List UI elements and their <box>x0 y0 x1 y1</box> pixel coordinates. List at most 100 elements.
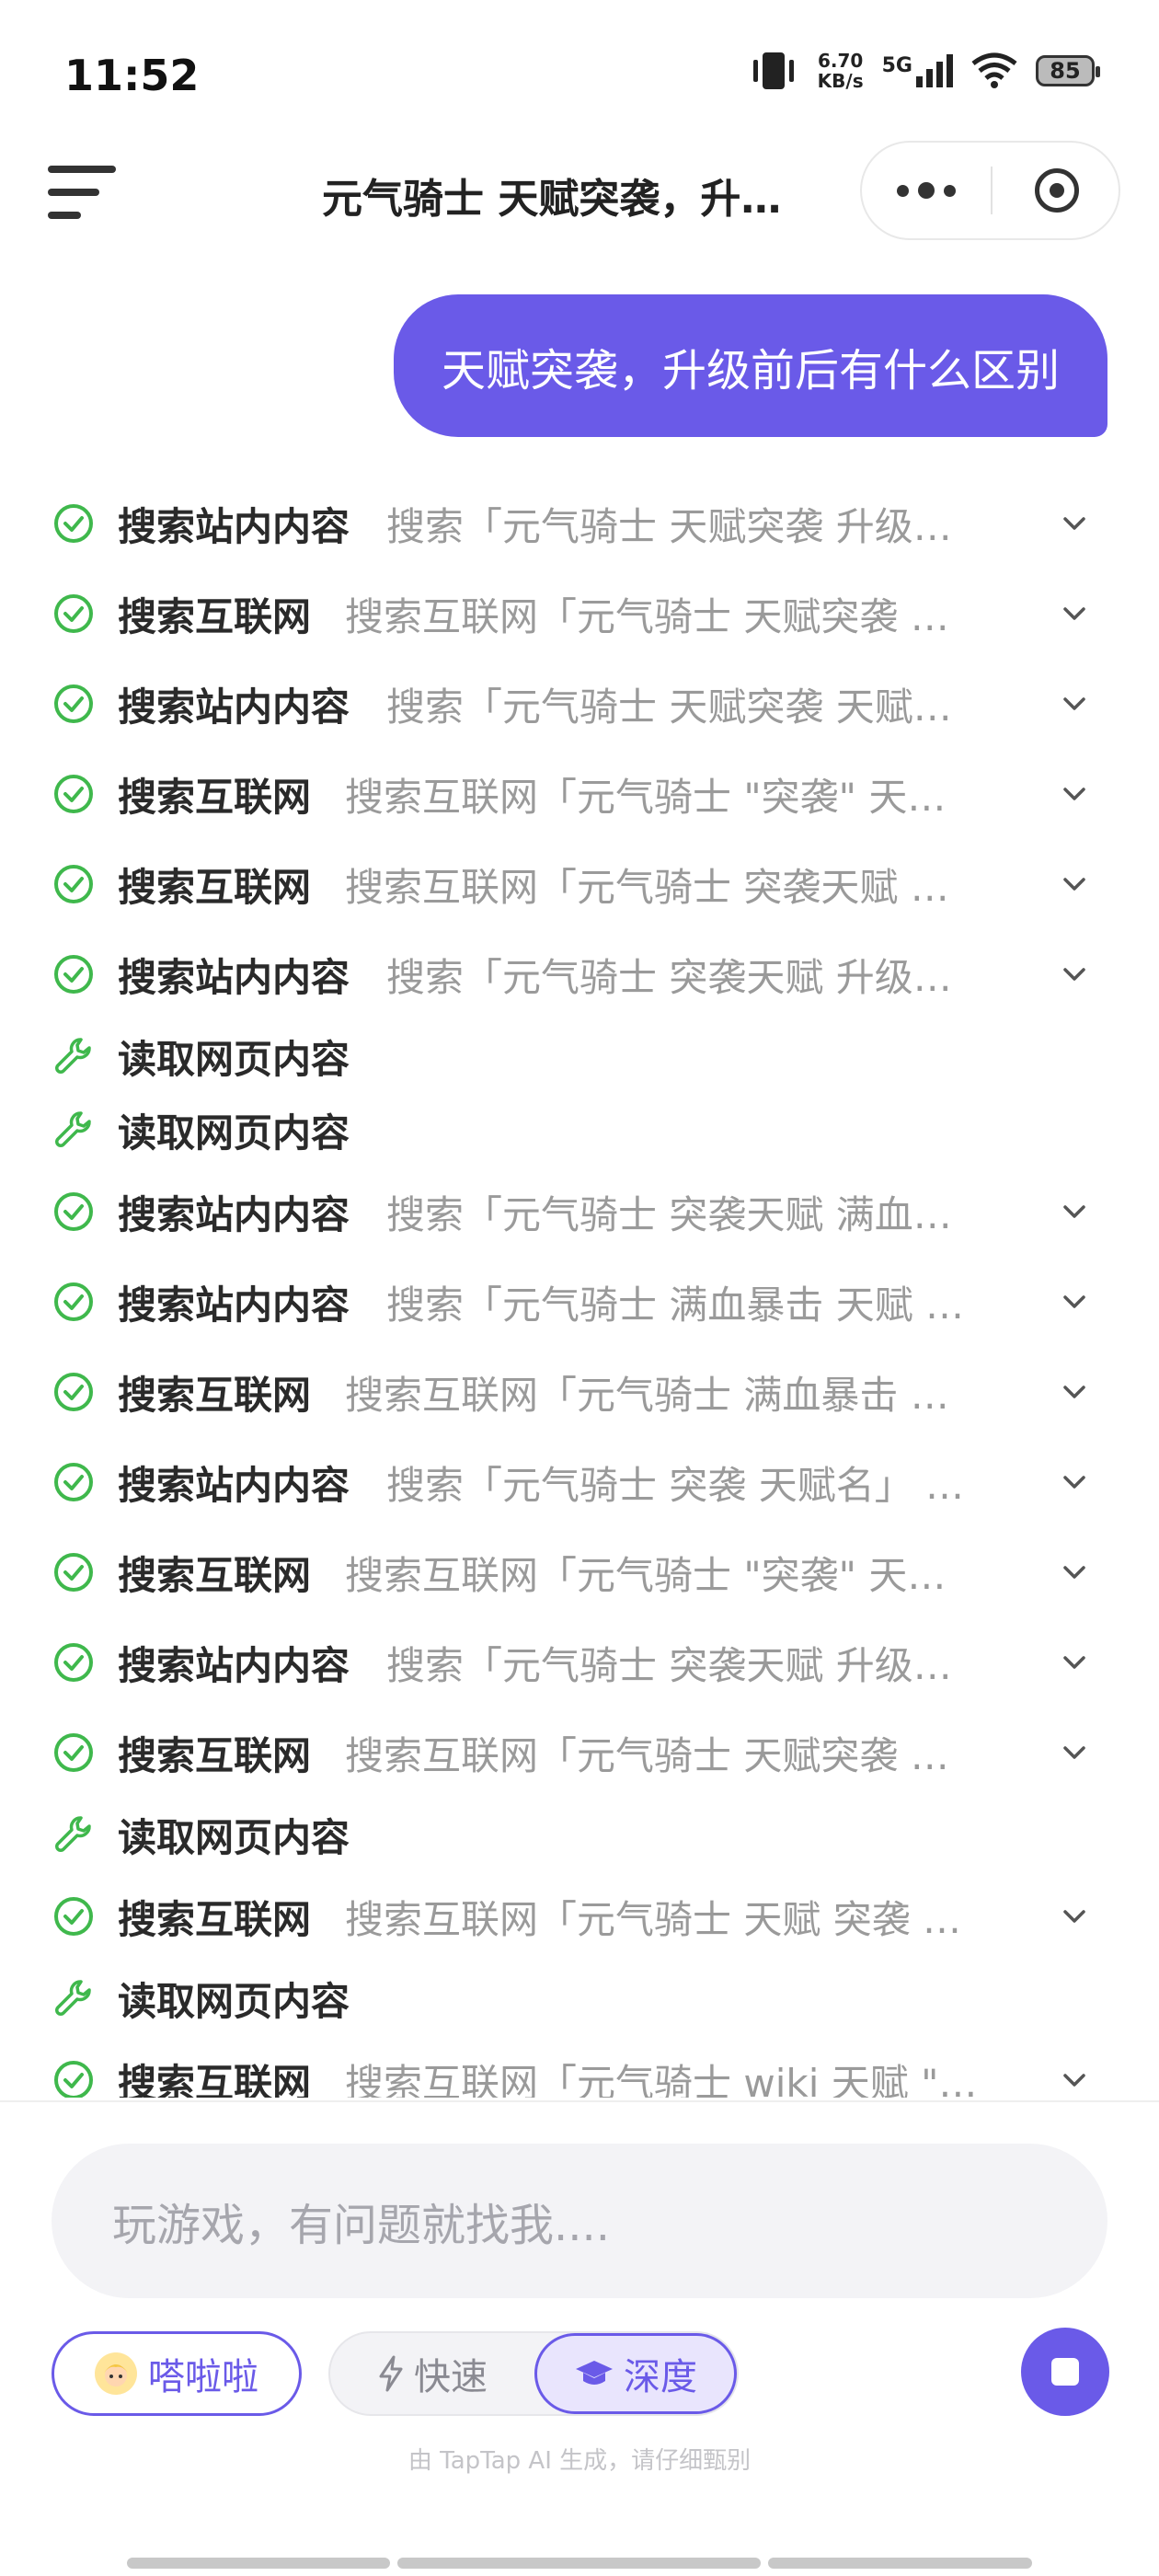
chevron-down-icon[interactable] <box>1058 1195 1091 1228</box>
step-name: 搜索互联网 <box>118 774 312 820</box>
search-step[interactable]: 搜索互联网 搜索互联网「元气骑士 天赋突袭 … <box>0 569 1159 659</box>
chevron-down-icon[interactable] <box>1058 597 1091 630</box>
chevron-down-icon[interactable] <box>1058 1736 1091 1769</box>
check-circle-icon <box>53 1642 94 1683</box>
step-query: 搜索「元气骑士 突袭天赋 升级… <box>386 954 952 1000</box>
search-step[interactable]: 搜索互联网 搜索互联网「元气骑士 天赋突袭 … <box>0 1708 1159 1798</box>
mode-deep-label: 深度 <box>624 2356 697 2398</box>
search-step[interactable]: 搜索互联网 搜索互联网「元气骑士 wiki 天赋 "… <box>0 2035 1159 2098</box>
search-step[interactable]: 搜索互联网 搜索互联网「元气骑士 "突袭" 天… <box>0 1527 1159 1617</box>
step-query: 搜索互联网「元气骑士 "突袭" 天… <box>345 774 947 820</box>
search-step[interactable]: 搜索站内内容 搜索「元气骑士 天赋突袭 升级… <box>0 478 1159 569</box>
search-step[interactable]: 搜索互联网 搜索互联网「元气骑士 "突袭" 天… <box>0 749 1159 839</box>
mode-deep-button[interactable]: 深度 <box>534 2333 737 2414</box>
check-circle-icon <box>53 1282 94 1322</box>
search-step[interactable]: 搜索站内内容 搜索「元气骑士 突袭天赋 升级… <box>0 929 1159 1019</box>
wrench-icon <box>53 1814 94 1855</box>
graduation-cap-icon <box>576 2361 613 2385</box>
step-query: 搜索「元气骑士 突袭 天赋名」 … <box>386 1462 965 1508</box>
search-step[interactable]: 搜索站内内容 搜索「元气骑士 突袭天赋 满血… <box>0 1167 1159 1257</box>
search-step[interactable]: 搜索站内内容 搜索「元气骑士 突袭天赋 升级… <box>0 1617 1159 1708</box>
stop-generation-button[interactable] <box>1021 2328 1109 2416</box>
check-circle-icon <box>53 1896 94 1937</box>
step-name: 搜索站内内容 <box>118 1191 350 1237</box>
stop-icon <box>1051 2358 1079 2386</box>
agent-avatar-icon <box>104 2364 128 2386</box>
chevron-down-icon[interactable] <box>1058 687 1091 720</box>
chevron-down-icon[interactable] <box>1058 1646 1091 1679</box>
network-speed-value: 6.70 <box>817 50 864 72</box>
step-query: 搜索互联网「元气骑士 满血暴击 … <box>345 1372 949 1418</box>
close-target-button[interactable] <box>993 143 1120 238</box>
chevron-down-icon[interactable] <box>1058 2064 1091 2097</box>
check-circle-icon <box>53 1732 94 1773</box>
wrench-icon <box>53 1978 94 2018</box>
gesture-bar-center <box>397 2558 761 2569</box>
search-step[interactable]: 搜索站内内容 搜索「元气骑士 满血暴击 天赋 … <box>0 1257 1159 1347</box>
wifi-icon <box>971 52 1017 88</box>
mode-toggle: 快速 深度 <box>328 2331 739 2416</box>
step-name: 搜索互联网 <box>118 1372 312 1418</box>
network-speed: 6.70 KB/s <box>818 51 864 91</box>
chevron-down-icon[interactable] <box>1058 1900 1091 1933</box>
check-circle-icon <box>53 1191 94 1232</box>
chevron-down-icon[interactable] <box>1058 507 1091 540</box>
chevron-down-icon[interactable] <box>1058 1466 1091 1499</box>
mode-fast-button[interactable]: 快速 <box>330 2333 534 2414</box>
step-name: 搜索互联网 <box>118 1552 312 1598</box>
search-step[interactable]: 搜索互联网 搜索互联网「元气骑士 满血暴击 … <box>0 1347 1159 1437</box>
wrench-icon <box>53 1110 94 1150</box>
lightning-icon <box>379 2355 403 2392</box>
check-circle-icon <box>53 1372 94 1412</box>
step-name: 搜索互联网 <box>118 864 312 910</box>
agent-selector-button[interactable]: 嗒啦啦 <box>52 2331 302 2416</box>
read-page-step: 读取网页内容 <box>0 1961 1159 2035</box>
chevron-down-icon[interactable] <box>1058 868 1091 901</box>
step-name: 搜索站内内容 <box>118 1282 350 1328</box>
step-name: 读取网页内容 <box>118 1110 350 1156</box>
check-circle-icon <box>53 1462 94 1502</box>
check-circle-icon <box>53 503 94 544</box>
step-name: 搜索站内内容 <box>118 954 350 1000</box>
chevron-down-icon[interactable] <box>1058 958 1091 991</box>
signal-icon <box>916 54 953 87</box>
step-query: 搜索互联网「元气骑士 天赋 突袭 … <box>345 1896 962 1942</box>
search-step[interactable]: 搜索互联网 搜索互联网「元气骑士 突袭天赋 … <box>0 839 1159 929</box>
step-query: 搜索「元气骑士 突袭天赋 满血… <box>386 1191 952 1237</box>
agent-label: 嗒啦啦 <box>148 2356 258 2398</box>
status-time: 11:52 <box>64 51 200 100</box>
more-options-button[interactable] <box>862 143 991 238</box>
chat-input[interactable]: 玩游戏，有问题就找我.... <box>52 2144 1107 2298</box>
chat-header: 元气骑士 天赋突袭，升… <box>0 138 1159 248</box>
step-query: 搜索互联网「元气骑士 天赋突袭 … <box>345 1732 949 1778</box>
step-query: 搜索互联网「元气骑士 天赋突袭 … <box>345 593 949 639</box>
vibrate-icon <box>752 52 794 89</box>
chevron-down-icon[interactable] <box>1058 777 1091 811</box>
step-name: 搜索互联网 <box>118 593 312 639</box>
network-speed-unit: KB/s <box>817 70 864 92</box>
search-step[interactable]: 搜索互联网 搜索互联网「元气骑士 天赋 突袭 … <box>0 1871 1159 1961</box>
check-circle-icon <box>53 954 94 995</box>
chevron-down-icon[interactable] <box>1058 1375 1091 1409</box>
read-page-step: 读取网页内容 <box>0 1019 1159 1093</box>
page-title: 元气骑士 天赋突袭，升… <box>322 176 782 223</box>
step-name: 搜索互联网 <box>118 2060 312 2099</box>
step-query: 搜索互联网「元气骑士 wiki 天赋 "… <box>345 2060 978 2099</box>
composer-divider <box>0 2100 1159 2102</box>
chevron-down-icon[interactable] <box>1058 1556 1091 1589</box>
step-query: 搜索互联网「元气骑士 "突袭" 天… <box>345 1552 947 1598</box>
step-query: 搜索「元气骑士 突袭天赋 升级… <box>386 1642 952 1688</box>
check-circle-icon <box>53 684 94 724</box>
read-page-step: 读取网页内容 <box>0 1093 1159 1167</box>
step-name: 搜索站内内容 <box>118 503 350 549</box>
read-page-step: 读取网页内容 <box>0 1798 1159 1871</box>
status-bar: 11:52 6.70 KB/s 5G 85 <box>0 0 1159 138</box>
mode-fast-label: 快速 <box>414 2356 488 2398</box>
chevron-down-icon[interactable] <box>1058 1285 1091 1318</box>
step-name: 搜索站内内容 <box>118 1462 350 1508</box>
wrench-icon <box>53 1036 94 1076</box>
menu-icon[interactable] <box>48 164 116 221</box>
search-step[interactable]: 搜索站内内容 搜索「元气骑士 突袭 天赋名」 … <box>0 1437 1159 1527</box>
agent-avatar <box>95 2352 137 2395</box>
search-step[interactable]: 搜索站内内容 搜索「元气骑士 天赋突袭 天赋… <box>0 659 1159 749</box>
